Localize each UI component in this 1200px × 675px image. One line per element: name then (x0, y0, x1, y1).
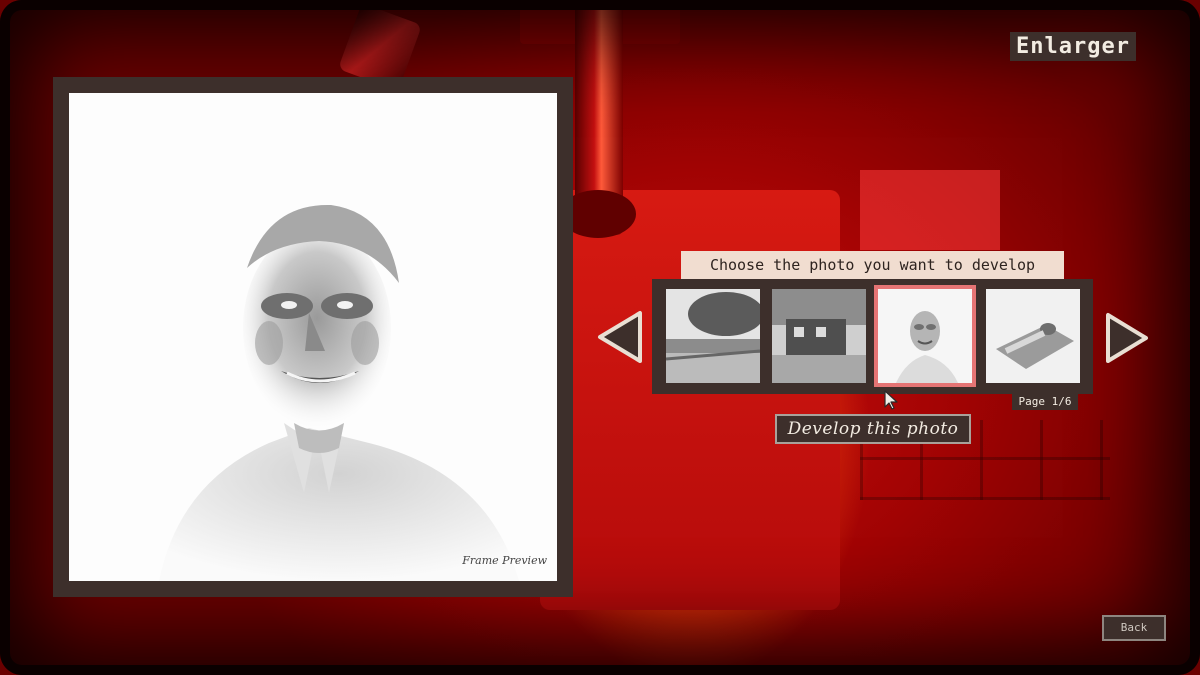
thumbnail-image (772, 289, 866, 383)
negative-portrait (69, 93, 557, 581)
screen-title: Enlarger (1010, 32, 1136, 61)
thumbnail-image (666, 289, 760, 383)
previous-page-button[interactable] (596, 309, 644, 369)
mouse-cursor-icon (884, 390, 898, 414)
frame-preview-panel: Frame Preview (53, 77, 573, 597)
preview-image: Frame Preview (69, 93, 557, 581)
thumbnail-image (986, 289, 1080, 383)
photo-thumbnail-1[interactable] (666, 289, 760, 383)
back-button[interactable]: Back (1102, 615, 1166, 641)
preview-caption: Frame Preview (462, 554, 547, 567)
selection-prompt: Choose the photo you want to develop (681, 251, 1064, 279)
develop-photo-button[interactable]: Develop this photo (775, 414, 971, 444)
triangle-right-icon (1106, 313, 1148, 363)
paper-tray (860, 170, 1000, 250)
thumbnail-image (878, 289, 972, 383)
photo-filmstrip (652, 279, 1093, 394)
photo-thumbnail-4[interactable] (986, 289, 1080, 383)
photo-thumbnail-2[interactable] (772, 289, 866, 383)
photo-thumbnail-3[interactable] (874, 285, 976, 387)
triangle-left-icon (598, 311, 642, 363)
next-page-button[interactable] (1104, 311, 1150, 369)
page-indicator: Page 1/6 (1012, 394, 1078, 410)
